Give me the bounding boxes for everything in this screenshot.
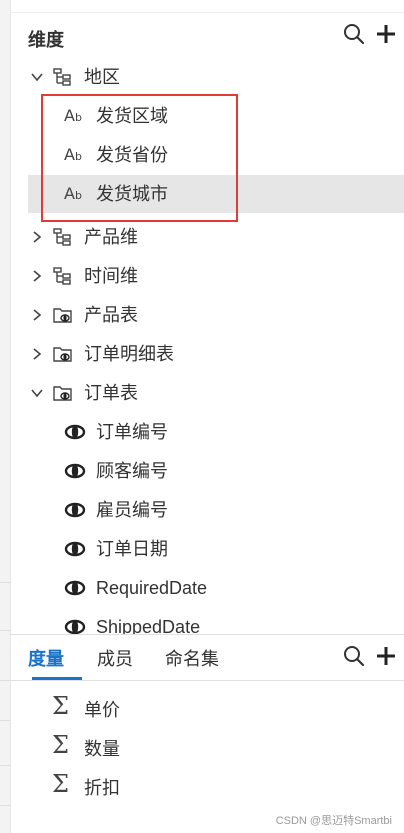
measure-label: 数量 — [84, 739, 120, 759]
view-field-icon — [64, 500, 86, 520]
left-edge-strip — [0, 0, 10, 833]
table-folder-icon — [52, 305, 72, 325]
tree-node-label: 地区 — [84, 67, 120, 87]
add-icon[interactable] — [374, 644, 398, 668]
tree-leaf-order-date[interactable]: 订单日期 — [10, 530, 404, 568]
tabs-divider — [10, 680, 404, 681]
tree-node-product-table[interactable]: 产品表 — [10, 296, 404, 334]
top-divider — [10, 12, 404, 13]
watermark: CSDN @思迈特Smartbi — [275, 815, 392, 827]
view-field-icon — [64, 617, 86, 634]
measure-tabs: 度量 成员 命名集 — [10, 636, 404, 680]
measure-item-quantity[interactable]: Σ 数量 — [10, 727, 404, 765]
tree-leaf-employee-id[interactable]: 雇员编号 — [10, 491, 404, 529]
chevron-right-icon[interactable] — [30, 308, 44, 322]
tree-node-product-dim[interactable]: 产品维 — [10, 218, 404, 256]
tree-leaf-shipped-date[interactable]: ShippedDate — [10, 608, 404, 634]
measure-label: 折扣 — [84, 778, 120, 798]
view-field-icon — [64, 578, 86, 598]
section-divider — [10, 634, 404, 635]
tree-node-label: 订单明细表 — [84, 344, 174, 364]
table-folder-icon — [52, 344, 72, 364]
tree-node-label: 时间维 — [84, 266, 138, 286]
chevron-right-icon[interactable] — [30, 269, 44, 283]
tree-leaf-required-date[interactable]: RequiredDate — [10, 569, 404, 607]
measure-item-unit-price[interactable]: Σ 单价 — [10, 688, 404, 726]
view-field-icon — [64, 461, 86, 481]
search-icon[interactable] — [342, 22, 366, 46]
hierarchy-icon — [52, 266, 72, 286]
table-folder-icon — [52, 383, 72, 403]
dimensions-title: 维度 — [28, 30, 64, 50]
tab-members[interactable]: 成员 — [97, 645, 133, 671]
tree-leaf-label: ShippedDate — [96, 617, 201, 634]
tree-node-label: 产品维 — [84, 227, 138, 247]
search-icon[interactable] — [342, 644, 366, 668]
measure-label: 单价 — [84, 700, 120, 720]
sigma-icon: Σ — [52, 692, 69, 720]
tree-node-region[interactable]: 地区 — [10, 58, 404, 96]
sigma-icon: Σ — [52, 770, 69, 798]
tree-node-label: 产品表 — [84, 305, 138, 325]
measure-item-discount[interactable]: Σ 折扣 — [10, 766, 404, 804]
tree-node-order-detail-table[interactable]: 订单明细表 — [10, 335, 404, 373]
chevron-right-icon[interactable] — [30, 347, 44, 361]
tree-leaf-label: 顾客编号 — [96, 461, 168, 481]
dimensions-header: 维度 — [28, 22, 398, 50]
tree-leaf-customer-id[interactable]: 顾客编号 — [10, 452, 404, 490]
sigma-icon: Σ — [52, 731, 69, 759]
annotation-highlight-box — [41, 94, 238, 222]
tree-leaf-label: 雇员编号 — [96, 500, 168, 520]
add-icon[interactable] — [374, 22, 398, 46]
tab-measures[interactable]: 度量 — [28, 645, 64, 671]
tree-leaf-label: RequiredDate — [96, 578, 208, 598]
tree-node-order-table[interactable]: 订单表 — [10, 374, 404, 412]
view-field-icon — [64, 539, 86, 559]
chevron-down-icon[interactable] — [30, 386, 44, 400]
tree-node-time-dim[interactable]: 时间维 — [10, 257, 404, 295]
tab-named-sets[interactable]: 命名集 — [165, 645, 219, 671]
tree-leaf-order-id[interactable]: 订单编号 — [10, 413, 404, 451]
hierarchy-icon — [52, 227, 72, 247]
tree-node-label: 订单表 — [84, 383, 138, 403]
hierarchy-icon — [52, 67, 72, 87]
chevron-down-icon[interactable] — [30, 70, 44, 84]
chevron-right-icon[interactable] — [30, 230, 44, 244]
tree-leaf-label: 订单日期 — [96, 539, 168, 559]
tree-leaf-label: 订单编号 — [96, 422, 168, 442]
view-field-icon — [64, 422, 86, 442]
